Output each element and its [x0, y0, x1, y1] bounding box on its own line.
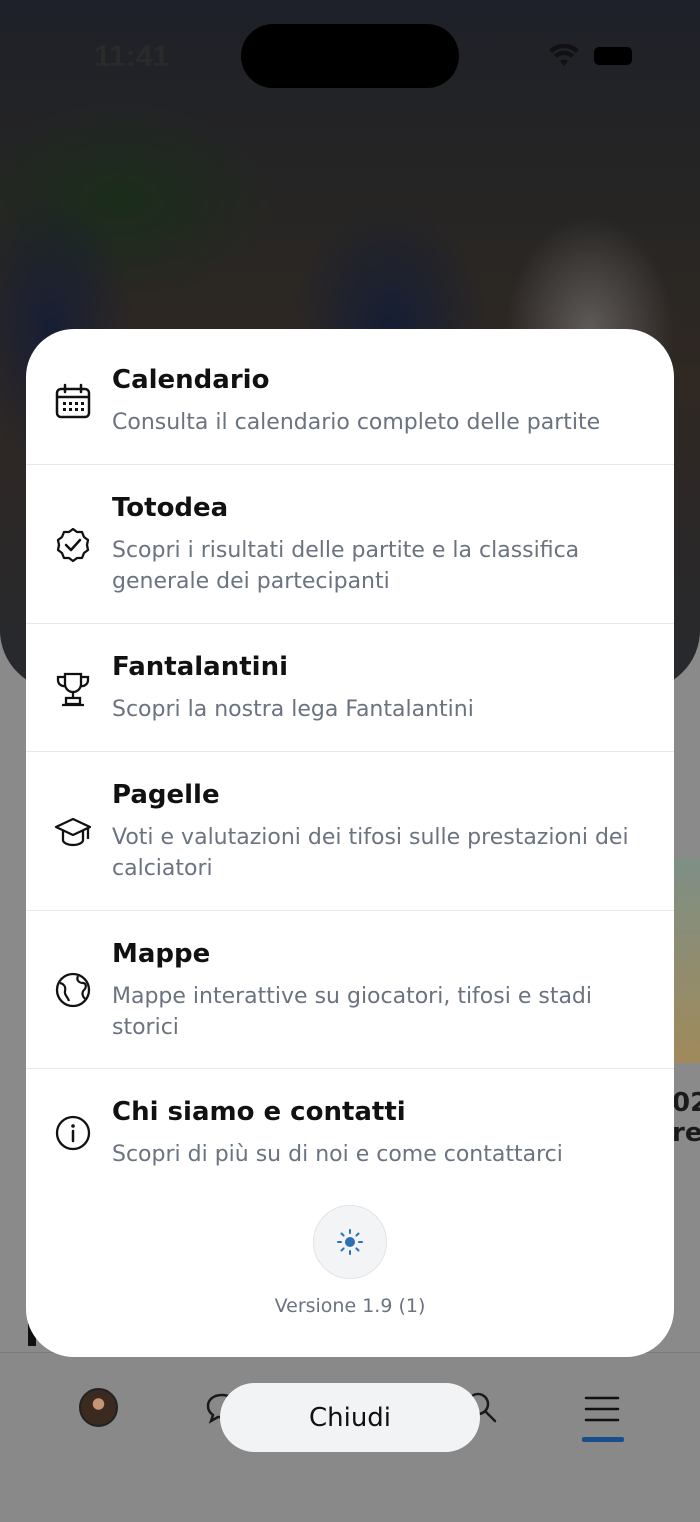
check-badge-icon: [54, 526, 92, 564]
menu-item-calendario[interactable]: Calendario Consulta il calendario comple…: [26, 329, 674, 465]
trophy-icon: [54, 670, 92, 708]
close-button[interactable]: Chiudi: [220, 1383, 480, 1452]
wifi-icon: [549, 44, 579, 66]
menu-item-pagelle[interactable]: Pagelle Voti e valutazioni dei tifosi su…: [26, 752, 674, 911]
sun-icon: [337, 1229, 363, 1255]
theme-toggle-button[interactable]: [313, 1205, 387, 1279]
app-version: Versione 1.9 (1): [274, 1295, 426, 1317]
menu-item-title: Fantalantini: [112, 652, 288, 682]
side-text-line-2: rer: [672, 1118, 700, 1148]
menu-item-title: Pagelle: [112, 780, 220, 810]
status-time: 11:41: [94, 40, 170, 73]
menu-item-description: Scopri di più su di noi e come contattar…: [112, 1142, 563, 1167]
menu-item-description: Mappe interattive su giocatori, tifosi e…: [112, 984, 593, 1040]
menu-sheet: Calendario Consulta il calendario comple…: [26, 329, 674, 1357]
graduation-cap-icon: [54, 813, 92, 851]
menu-item-fantalantini[interactable]: Fantalantini Scopri la nostra lega Fanta…: [26, 624, 674, 752]
menu-item-totodea[interactable]: Totodea Scopri i risultati delle partite…: [26, 465, 674, 624]
battery-icon: [594, 47, 632, 65]
calendar-icon: [54, 383, 92, 421]
menu-item-description: Consulta il calendario completo delle pa…: [112, 410, 601, 435]
menu-item-description: Scopri i risultati delle partite e la cl…: [112, 538, 580, 594]
menu-item-mappe[interactable]: Mappe Mappe interattive su giocatori, ti…: [26, 911, 674, 1069]
menu-item-title: Totodea: [112, 493, 229, 523]
menu-item-description: Scopri la nostra lega Fantalantini: [112, 697, 474, 722]
tab-profile-avatar[interactable]: [79, 1388, 118, 1427]
side-card-text: 02rer: [672, 1088, 700, 1148]
menu-item-chi-siamo[interactable]: Chi siamo e contatti Scopri di più su di…: [26, 1069, 674, 1189]
menu-item-title: Chi siamo e contatti: [112, 1097, 406, 1127]
menu-item-title: Mappe: [112, 939, 211, 969]
tab-active-indicator: [582, 1437, 624, 1442]
menu-item-description: Voti e valutazioni dei tifosi sulle pres…: [112, 825, 629, 881]
globe-icon: [54, 971, 92, 1009]
menu-icon[interactable]: [584, 1394, 620, 1424]
info-icon: [54, 1114, 92, 1152]
side-text-line-1: 02: [672, 1088, 700, 1118]
menu-item-title: Calendario: [112, 365, 270, 395]
dynamic-island: [241, 24, 459, 88]
